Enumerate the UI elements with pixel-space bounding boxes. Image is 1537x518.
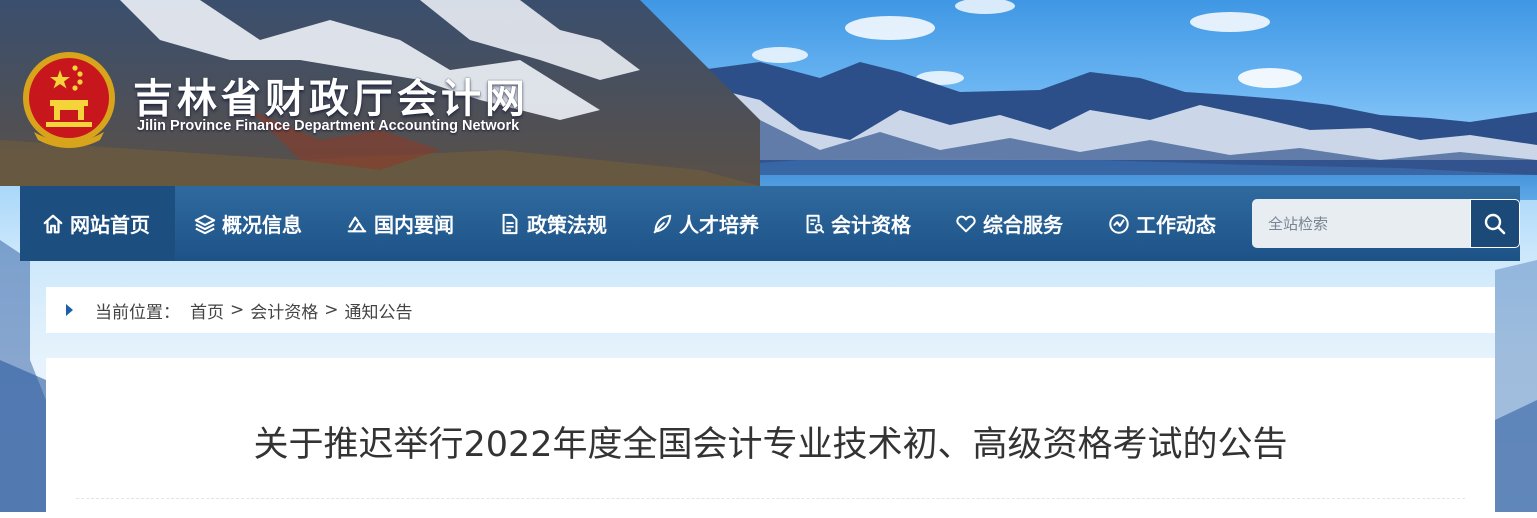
breadcrumb-arrow-icon xyxy=(66,304,73,316)
breadcrumb-separator: > xyxy=(324,300,339,320)
home-icon xyxy=(43,214,63,233)
search-button[interactable] xyxy=(1470,199,1520,248)
nav-item-talent-training[interactable]: 人才培养 xyxy=(651,186,759,261)
nav-item-domestic-news[interactable]: 国内要闻 xyxy=(346,186,454,261)
heart-icon xyxy=(956,215,976,232)
breadcrumb-prefix: 当前位置： xyxy=(95,302,180,323)
certificate-icon xyxy=(806,214,825,233)
nav-item-label: 工作动态 xyxy=(1136,213,1216,237)
article-card: 关于推迟举行2022年度全国会计专业技术初、高级资格考试的公告 xyxy=(46,358,1495,518)
site-title: 吉林省财政厅会计网 xyxy=(133,76,529,122)
news-icon xyxy=(347,216,367,232)
search-icon xyxy=(1484,213,1506,234)
nav-item-label: 国内要闻 xyxy=(374,213,454,237)
nav-item-label: 综合服务 xyxy=(983,213,1063,237)
document-icon xyxy=(502,213,518,234)
article-title: 关于推迟举行2022年度全国会计专业技术初、高级资格考试的公告 xyxy=(253,425,1288,465)
site-search xyxy=(1252,199,1520,248)
breadcrumb-notice-link[interactable]: 通知公告 xyxy=(345,298,413,323)
nav-item-label: 人才培养 xyxy=(679,213,759,237)
breadcrumb-qualification-link[interactable]: 会计资格 xyxy=(250,298,318,323)
breadcrumb-home-link[interactable]: 首页 xyxy=(190,298,224,323)
layers-icon xyxy=(194,214,216,234)
nav-item-overview[interactable]: 概况信息 xyxy=(194,186,302,261)
nav-item-services[interactable]: 综合服务 xyxy=(955,186,1063,261)
site-subtitle: Jilin Province Finance Department Accoun… xyxy=(137,118,520,134)
nav-item-label: 会计资格 xyxy=(831,213,911,237)
nav-item-accounting-qualification[interactable]: 会计资格 xyxy=(803,186,911,261)
nav-item-label: 政策法规 xyxy=(527,213,607,237)
nav-item-label: 概况信息 xyxy=(222,213,302,237)
breadcrumb: 当前位置： 首页 > 会计资格 > 通知公告 xyxy=(46,287,1495,333)
breadcrumb-separator: > xyxy=(230,300,245,320)
title-divider xyxy=(76,498,1465,499)
leaf-icon xyxy=(653,214,672,233)
nav-item-policies[interactable]: 政策法规 xyxy=(499,186,607,261)
nav-item-home[interactable]: 网站首页 xyxy=(42,186,150,261)
national-emblem-icon xyxy=(23,52,115,148)
search-input[interactable] xyxy=(1252,199,1470,248)
nav-item-label: 网站首页 xyxy=(70,213,150,237)
activity-icon xyxy=(1109,213,1129,234)
nav-item-work-updates[interactable]: 工作动态 xyxy=(1108,186,1216,261)
